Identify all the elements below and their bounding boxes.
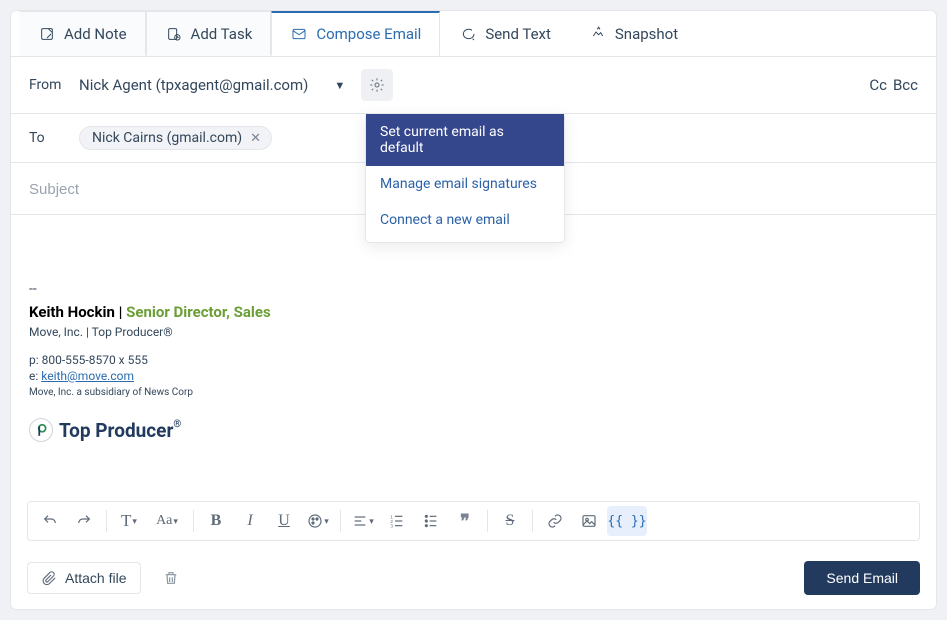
undo-icon <box>42 513 58 529</box>
bcc-link[interactable]: Bcc <box>893 76 918 94</box>
from-dropdown-caret[interactable]: ▼ <box>334 79 345 92</box>
recipient-chip[interactable]: Nick Cairns (gmail.com) ✕ <box>79 126 272 150</box>
toolbar-separator <box>532 510 533 532</box>
link-button[interactable] <box>539 506 571 536</box>
tab-label: Add Task <box>191 25 253 43</box>
svg-text:3: 3 <box>390 524 393 529</box>
tab-send-text[interactable]: Send Text <box>440 11 570 56</box>
chevron-down-icon: ▾ <box>324 516 329 527</box>
text-color-button[interactable]: ▾ <box>302 506 334 536</box>
image-icon <box>581 513 597 529</box>
image-button[interactable] <box>573 506 605 536</box>
align-left-icon <box>352 513 368 529</box>
email-body-area: From Nick Agent (tpxagent@gmail.com) ▼ C… <box>11 57 936 609</box>
menu-item-set-default[interactable]: Set current email as default <box>366 114 564 166</box>
signature-name-line: Keith Hockin | Senior Director, Sales <box>29 303 918 321</box>
phone-value: 800-555-8570 x 555 <box>42 353 148 367</box>
tab-add-task[interactable]: Add Task <box>146 11 272 56</box>
phone-label: p: <box>29 353 42 367</box>
logo-text: Top Producer® <box>59 419 181 442</box>
logo-mark <box>29 418 53 442</box>
remove-recipient-icon[interactable]: ✕ <box>250 131 261 146</box>
to-label: To <box>29 130 79 146</box>
signature-name-sep: | <box>115 303 126 321</box>
undo-button[interactable] <box>34 506 66 536</box>
send-email-button[interactable]: Send Email <box>804 561 920 595</box>
from-label: From <box>29 77 79 93</box>
blockquote-button[interactable]: ❞ <box>449 506 481 536</box>
tab-label: Compose Email <box>316 25 421 43</box>
menu-item-manage-signatures[interactable]: Manage email signatures <box>366 166 564 202</box>
compose-panel: Add Note Add Task Compose Email <box>10 10 937 610</box>
trash-icon <box>163 570 179 586</box>
signature-logo: Top Producer® <box>29 418 918 442</box>
signature-company: Move, Inc. | Top Producer® <box>29 325 918 339</box>
chevron-down-icon: ▾ <box>369 516 374 527</box>
email-settings-menu: Set current email as default Manage emai… <box>365 113 565 243</box>
italic-button[interactable]: I <box>234 506 266 536</box>
font-size-button[interactable]: Aa▾ <box>147 506 187 536</box>
font-style-button[interactable]: T▾ <box>113 506 145 536</box>
tab-add-note[interactable]: Add Note <box>19 11 146 56</box>
link-icon <box>547 513 563 529</box>
toolbar-separator <box>106 510 107 532</box>
cc-bcc-links: Cc Bcc <box>869 76 918 94</box>
paperclip-icon <box>42 571 57 586</box>
email-editor[interactable]: -- Keith Hockin | Senior Director, Sales… <box>11 215 936 495</box>
note-icon <box>38 25 56 43</box>
logo-p-icon <box>34 423 48 437</box>
underline-button[interactable]: U <box>268 506 300 536</box>
signature-title: Senior Director, Sales <box>126 303 271 321</box>
tab-label: Send Text <box>485 25 551 43</box>
bold-button[interactable]: B <box>200 506 232 536</box>
strikethrough-button[interactable]: S <box>494 506 526 536</box>
redo-icon <box>76 513 92 529</box>
snapshot-icon <box>589 25 607 43</box>
gear-icon <box>369 77 385 93</box>
numbered-list-button[interactable]: 123 <box>381 506 413 536</box>
tab-snapshot[interactable]: Snapshot <box>570 11 697 56</box>
chevron-down-icon: ▾ <box>132 516 137 527</box>
tab-compose-email[interactable]: Compose Email <box>271 11 440 56</box>
menu-item-connect-email[interactable]: Connect a new email <box>366 202 564 242</box>
attach-file-button[interactable]: Attach file <box>27 562 141 594</box>
from-row: From Nick Agent (tpxagent@gmail.com) ▼ C… <box>11 57 936 114</box>
cc-link[interactable]: Cc <box>869 76 887 94</box>
task-icon <box>165 25 183 43</box>
signature-name: Keith Hockin <box>29 303 115 321</box>
text-icon <box>459 25 477 43</box>
editor-toolbar: T▾ Aa▾ B I U ▾ <box>27 501 920 541</box>
email-link[interactable]: keith@move.com <box>41 369 134 383</box>
email-label: e: <box>29 369 41 383</box>
bullet-list-icon <box>423 513 439 529</box>
toolbar-separator <box>340 510 341 532</box>
bullet-list-button[interactable] <box>415 506 447 536</box>
email-icon <box>290 25 308 43</box>
redo-button[interactable] <box>68 506 100 536</box>
merge-fields-button[interactable]: {{ }} <box>607 506 647 536</box>
numbered-list-icon: 123 <box>389 513 405 529</box>
align-button[interactable]: ▾ <box>347 506 379 536</box>
discard-button[interactable] <box>155 562 187 594</box>
signature-subsidiary: Move, Inc. a subsidiary of News Corp <box>29 387 918 398</box>
chevron-down-icon: ▾ <box>173 516 178 527</box>
recipient-name: Nick Cairns (gmail.com) <box>92 130 242 146</box>
compose-footer: Attach file Send Email <box>11 547 936 609</box>
signature-phone: p: 800-555-8570 x 555 <box>29 353 918 367</box>
signature-separator: -- <box>29 281 918 297</box>
tab-label: Snapshot <box>615 25 678 43</box>
color-palette-icon <box>307 513 323 529</box>
signature-email: e: keith@move.com <box>29 369 918 383</box>
from-value[interactable]: Nick Agent (tpxagent@gmail.com) <box>79 76 308 94</box>
toolbar-separator <box>487 510 488 532</box>
tab-label: Add Note <box>64 25 127 43</box>
toolbar-separator <box>193 510 194 532</box>
tabs-bar: Add Note Add Task Compose Email <box>11 11 936 57</box>
attach-file-label: Attach file <box>65 570 126 586</box>
email-settings-button[interactable] <box>361 69 393 101</box>
